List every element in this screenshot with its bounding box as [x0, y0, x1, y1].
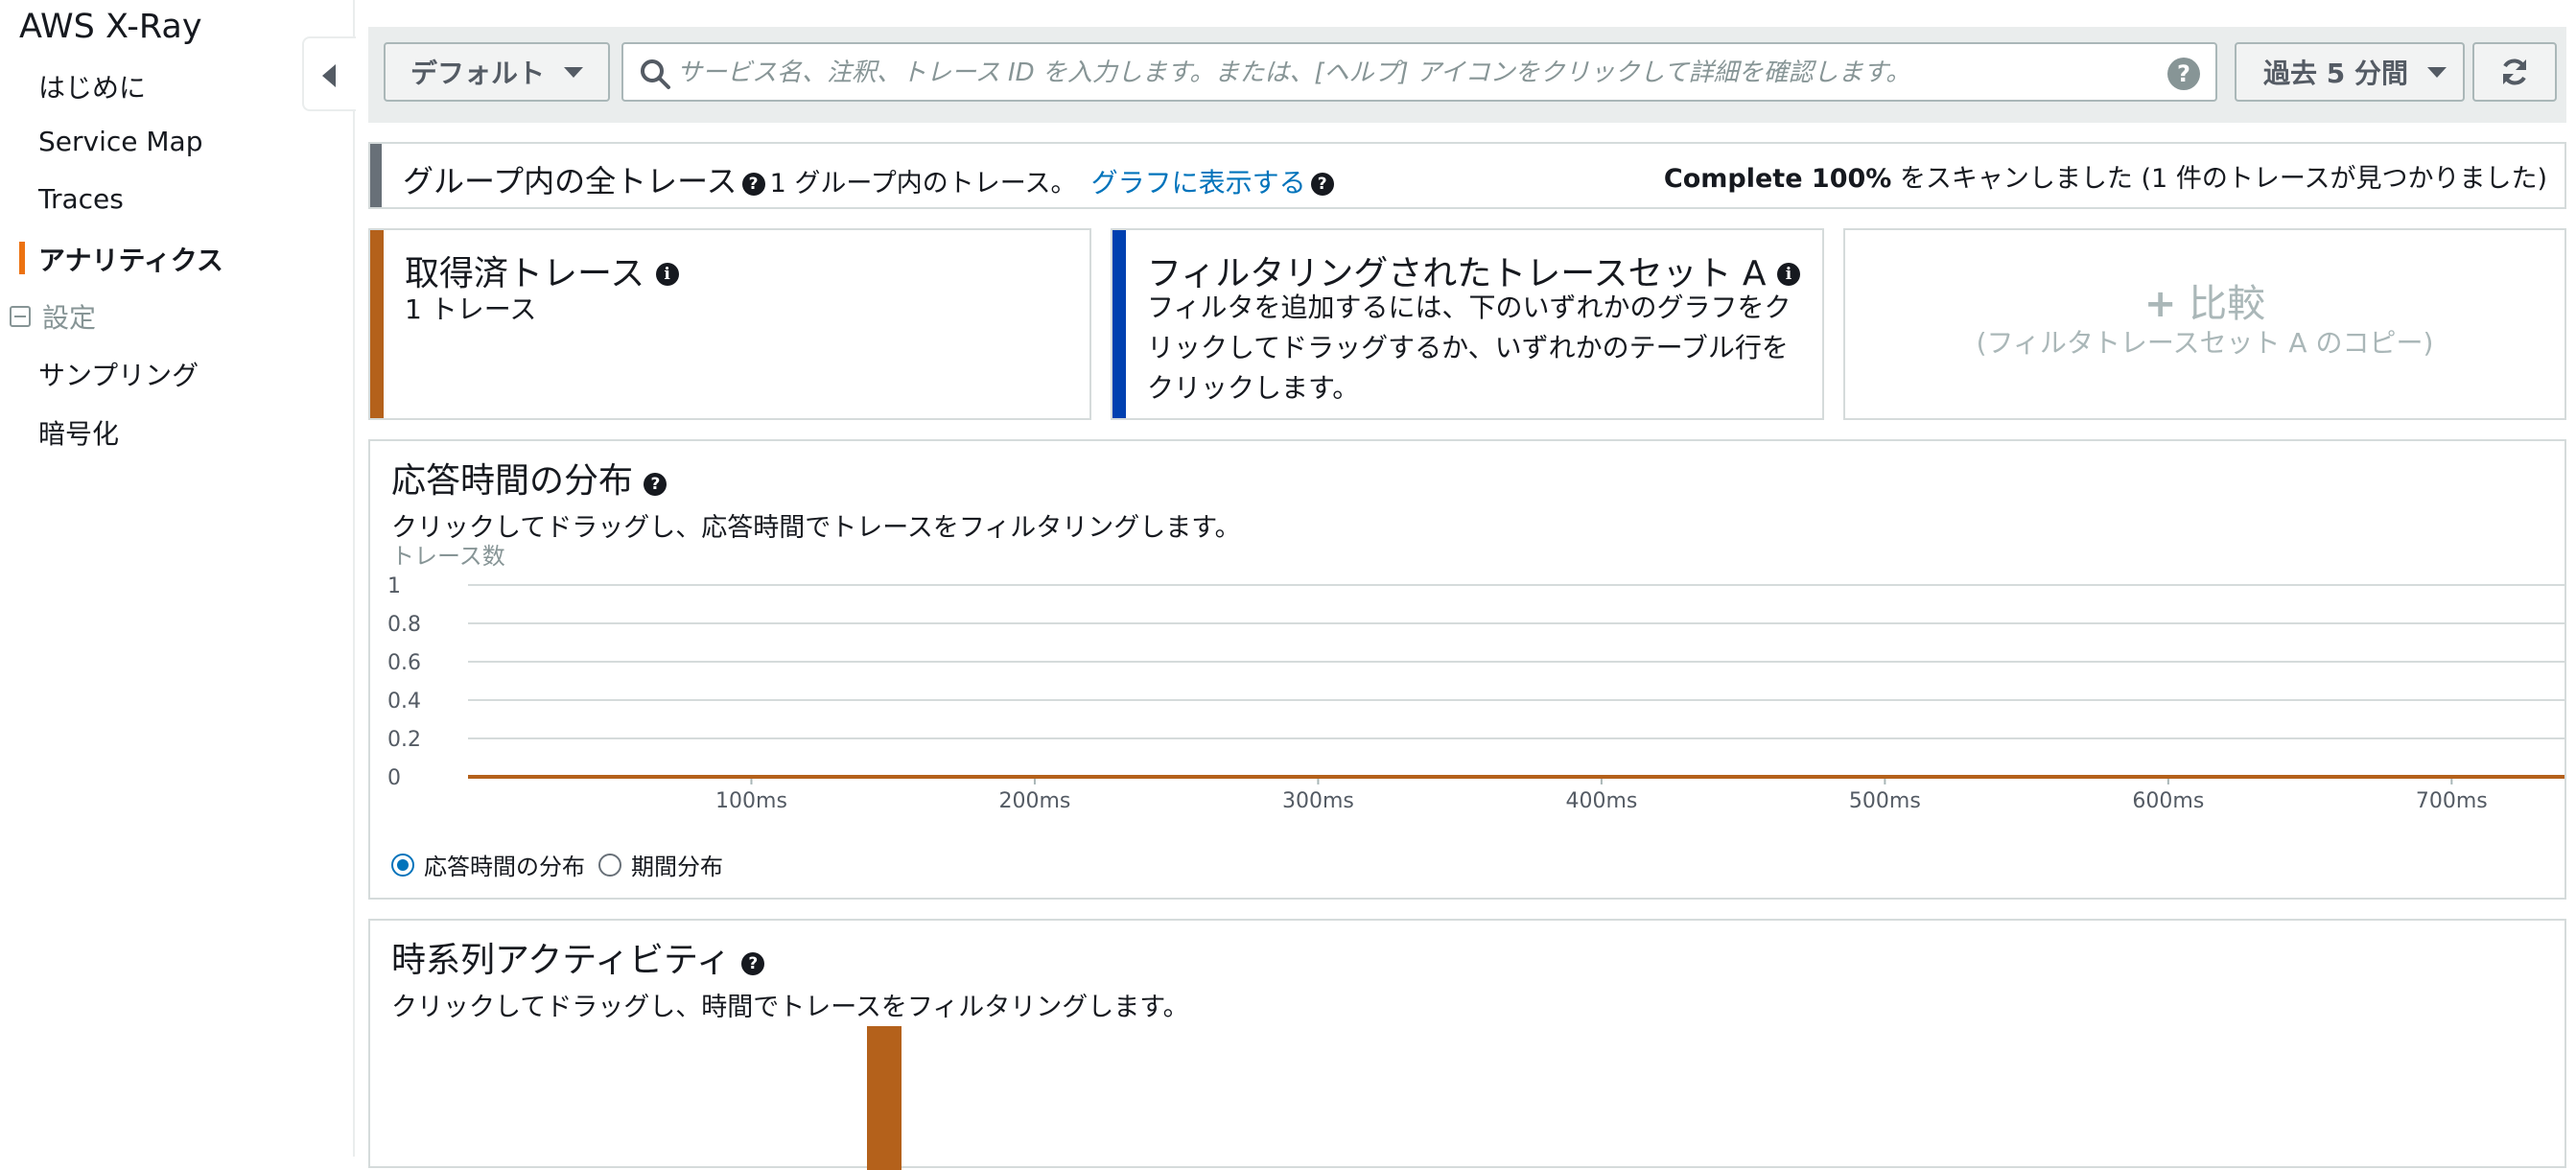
group-select[interactable]: デフォルト — [384, 42, 610, 102]
sidebar-item-analytics[interactable]: アナリティクス — [38, 240, 223, 278]
question-circle-icon[interactable]: ? — [741, 173, 765, 196]
x-tick-label: 300ms — [1282, 789, 1354, 813]
x-tick-label: 600ms — [2132, 789, 2204, 813]
banner-left: グループ内の全トレース ? 1 グループ内のトレース。 グラフに表示する ? — [403, 157, 1334, 201]
activity-bar[interactable] — [867, 1026, 902, 1170]
y-tick-label: 0 — [387, 766, 401, 790]
compare-title-row: + 比較 — [1845, 272, 2564, 328]
filter-toolbar: デフォルト ? 過去 5 分間 — [368, 27, 2566, 123]
compare-card[interactable]: + 比較 (フィルタトレースセット A のコピー) — [1843, 228, 2566, 420]
sidebar-section-label: 設定 — [42, 302, 97, 334]
description-line: クリックします。 — [1147, 372, 1360, 404]
card-accent — [1112, 230, 1126, 418]
compare-subtitle: (フィルタトレースセット A のコピー) — [1976, 327, 2434, 359]
panel-title: 時系列アクティビティ ? — [391, 932, 765, 982]
radio-response-label: 応答時間の分布 — [424, 854, 585, 880]
sidebar-item-encryption[interactable]: 暗号化 — [38, 413, 119, 452]
question-circle-icon[interactable]: ? — [741, 952, 765, 975]
x-tick-label: 700ms — [2416, 789, 2488, 813]
y-tick-label: 0.4 — [387, 690, 421, 714]
refresh-icon — [2503, 58, 2526, 85]
banner-group-text: 1 グループ内のトレース。 — [769, 169, 1077, 199]
x-tick-label: 200ms — [999, 789, 1071, 813]
description-line: リックしてドラッグするか、いずれかのテーブル行を — [1147, 332, 1789, 363]
info-icon[interactable]: i — [655, 263, 679, 286]
view-in-graph-link[interactable]: グラフに表示する — [1091, 167, 1306, 199]
radio-duration[interactable] — [598, 853, 621, 877]
sidebar: AWS X-Ray はじめに Service Map Traces アナリティク… — [0, 0, 355, 1157]
scan-text: をスキャンしました (1 件のトレースが見つかりました) — [1899, 164, 2547, 194]
y-axis-label: トレース数 — [391, 543, 505, 570]
search-input[interactable] — [677, 52, 2135, 94]
y-tick-label: 0.6 — [387, 651, 421, 675]
caret-left-icon — [322, 64, 336, 87]
filtered-description: フィルタを追加するには、下のいずれかのグラフをク リックしてドラッグするか、いず… — [1147, 288, 1791, 409]
description-line: フィルタを追加するには、下のいずれかのグラフをク — [1147, 292, 1791, 323]
panel-title: 応答時間の分布 ? — [391, 453, 667, 503]
response-title: 応答時間の分布 — [391, 461, 634, 501]
sidebar-section-settings[interactable]: 設定 — [10, 297, 96, 336]
question-circle-icon[interactable]: ? — [1310, 173, 1334, 196]
caret-down-icon — [2426, 66, 2447, 78]
scan-complete: Complete 100% — [1663, 164, 1892, 194]
retrieved-title: 取得済トレース — [405, 254, 645, 293]
question-circle-icon[interactable]: ? — [644, 473, 667, 496]
compare-title: 比較 — [2189, 282, 2266, 326]
radio-duration-label: 期間分布 — [631, 854, 723, 880]
active-indicator — [19, 242, 25, 274]
timeline-title: 時系列アクティビティ — [391, 941, 731, 980]
time-range-label: 過去 5 分間 — [2263, 58, 2408, 89]
timeline-subtitle: クリックしてドラッグし、時間でトレースをフィルタリングします。 — [391, 993, 1189, 1022]
refresh-button[interactable] — [2472, 42, 2557, 102]
search-box[interactable]: ? — [621, 42, 2217, 102]
series-line — [468, 775, 2564, 779]
collapse-sidebar-button[interactable] — [302, 36, 356, 111]
y-tick-label: 1 — [387, 574, 401, 598]
filtered-traces-card[interactable]: フィルタリングされたトレースセット A i フィルタを追加するには、下のいずれか… — [1111, 228, 1824, 420]
y-tick-label: 0.2 — [387, 728, 421, 752]
response-time-chart[interactable]: トレース数 0 0.2 0.4 0.6 0.8 1 100ms 200ms 300ms 400ms 5… — [370, 543, 2564, 831]
response-subtitle: クリックしてドラッグし、応答時間でトレースをフィルタリングします。 — [391, 513, 1241, 543]
x-tick-label: 500ms — [1849, 789, 1921, 813]
collapse-section-icon[interactable] — [10, 306, 31, 327]
app-title[interactable]: AWS X-Ray — [19, 8, 202, 46]
plus-icon: + — [2143, 282, 2177, 326]
time-series-panel: 時系列アクティビティ ? クリックしてドラッグし、時間でトレースをフィルタリング… — [368, 919, 2566, 1170]
x-tick-label: 100ms — [715, 789, 787, 813]
retrieved-traces-card[interactable]: 取得済トレース i 1 トレース — [368, 228, 1091, 420]
card-accent — [370, 230, 384, 418]
time-range-select[interactable]: 過去 5 分間 — [2235, 42, 2465, 102]
distribution-toggle: 応答時間の分布 期間分布 — [391, 848, 723, 881]
sidebar-item-getting-started[interactable]: はじめに — [38, 67, 146, 105]
radio-response-time[interactable] — [391, 853, 414, 877]
banner-scan-status: Complete 100% をスキャンしました (1 件のトレースが見つかりまし… — [1664, 157, 2547, 195]
y-tick-label: 0.8 — [387, 613, 421, 637]
card-title: 取得済トレース i — [405, 246, 679, 295]
sidebar-item-service-map[interactable]: Service Map — [38, 126, 202, 157]
caret-down-icon — [564, 66, 584, 78]
banner-title: グループ内の全トレース — [403, 163, 738, 199]
search-icon — [641, 59, 670, 89]
response-time-panel: 応答時間の分布 ? クリックしてドラッグし、応答時間でトレースをフィルタリングし… — [368, 439, 2566, 900]
sidebar-item-sampling[interactable]: サンプリング — [38, 355, 199, 393]
question-circle-icon[interactable]: ? — [2167, 58, 2200, 90]
banner-accent — [370, 144, 382, 207]
info-icon[interactable]: i — [1777, 263, 1801, 286]
group-select-label: デフォルト — [410, 58, 546, 89]
retrieved-count: 1 トレース — [405, 293, 537, 325]
trace-summary-banner: グループ内の全トレース ? 1 グループ内のトレース。 グラフに表示する ? C… — [368, 142, 2566, 209]
x-tick-label: 400ms — [1565, 789, 1637, 813]
sidebar-item-traces[interactable]: Traces — [38, 183, 124, 215]
